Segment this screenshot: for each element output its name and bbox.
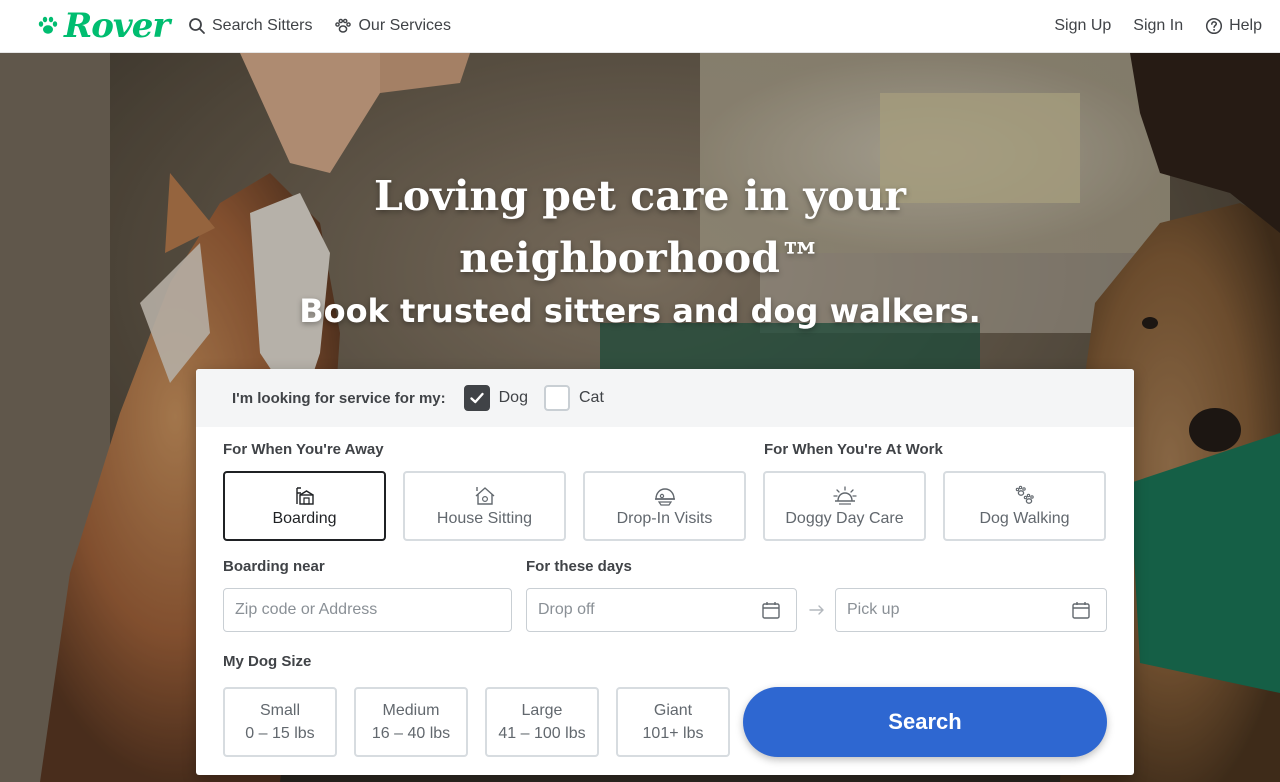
service-dog-walking-button[interactable]: Dog Walking: [943, 471, 1106, 541]
drop-off-date-input[interactable]: [526, 588, 797, 632]
logo-wordmark: Rover: [64, 6, 170, 46]
dog-checkbox[interactable]: [463, 385, 490, 411]
nav-sign-in-label: Sign In: [1133, 17, 1184, 34]
size-large-button[interactable]: Large 41 – 100 lbs: [485, 687, 599, 757]
nav-our-services-label: Our Services: [358, 17, 451, 34]
size-small-name: Small: [259, 701, 300, 719]
date-range-arrow-icon: [809, 605, 824, 615]
help-icon: [1206, 17, 1223, 35]
dog-size-label: My Dog Size: [223, 653, 312, 670]
day-care-icon: [832, 486, 857, 505]
pet-type-prompt: I'm looking for service for my:: [232, 389, 446, 407]
dog-checkbox-label: Dog: [498, 389, 528, 406]
drop-in-icon: [654, 488, 675, 506]
service-boarding-label: Boarding: [272, 510, 337, 527]
primary-nav: Search Sitters Our Services: [188, 0, 451, 52]
nav-search-sitters-label: Search Sitters: [212, 17, 313, 34]
size-medium-range: 16 – 40 lbs: [371, 724, 451, 742]
service-day-care-button[interactable]: Doggy Day Care: [763, 471, 926, 541]
service-day-care-label: Doggy Day Care: [785, 510, 904, 527]
nav-sign-in[interactable]: Sign In: [1133, 17, 1183, 35]
service-house-sitting-label: House Sitting: [436, 510, 533, 527]
service-dog-walking-label: Dog Walking: [979, 510, 1070, 527]
service-drop-in-button[interactable]: Drop-In Visits: [583, 471, 746, 541]
nav-help[interactable]: Help: [1205, 17, 1262, 35]
cat-checkbox-label: Cat: [578, 389, 604, 406]
dates-label: For these days: [526, 558, 632, 575]
search-button[interactable]: Search: [743, 687, 1107, 757]
account-nav: Sign Up Sign In Help: [1054, 0, 1262, 52]
boarding-icon: [295, 487, 314, 505]
size-giant-range: 101+ lbs: [642, 724, 704, 742]
nav-sign-up-label: Sign Up: [1054, 17, 1112, 34]
cat-checkbox[interactable]: [543, 385, 570, 411]
house-sitting-icon: [475, 487, 494, 505]
size-giant-button[interactable]: Giant 101+ lbs: [616, 687, 730, 757]
work-services-heading: For When You're At Work: [764, 441, 943, 458]
size-small-range: 0 – 15 lbs: [245, 724, 315, 742]
dog-walking-icon: [1015, 485, 1034, 504]
dog-option[interactable]: Dog: [463, 385, 528, 411]
size-medium-button[interactable]: Medium 16 – 40 lbs: [354, 687, 468, 757]
size-giant-name: Giant: [653, 701, 693, 719]
nav-help-label: Help: [1229, 17, 1262, 34]
size-medium-name: Medium: [382, 701, 440, 719]
hero-title: Loving pet care in your neighborhood™: [373, 172, 907, 282]
away-services-heading: For When You're Away: [223, 441, 384, 458]
checkmark-icon: [469, 392, 484, 404]
search-icon: [189, 18, 205, 34]
hero-text-block: Loving pet care in your neighborhood™ Bo…: [0, 165, 1280, 335]
size-large-name: Large: [521, 701, 563, 719]
pet-type-row: I'm looking for service for my: Dog Cat: [196, 369, 1134, 427]
nav-our-services[interactable]: Our Services: [334, 17, 451, 35]
service-boarding-button[interactable]: Boarding: [223, 471, 386, 541]
service-drop-in-label: Drop-In Visits: [616, 510, 713, 527]
nav-search-sitters[interactable]: Search Sitters: [188, 17, 312, 35]
nav-sign-up[interactable]: Sign Up: [1054, 17, 1111, 35]
rover-logo[interactable]: Rover: [36, 6, 170, 46]
size-large-range: 41 – 100 lbs: [498, 724, 586, 742]
hero-subtitle: Book trusted sitters and dog walkers.: [299, 292, 981, 330]
cat-option[interactable]: Cat: [543, 385, 604, 411]
top-nav-bar: Rover Search Sitters Our Services Sign U…: [0, 0, 1280, 53]
pick-up-calendar-icon[interactable]: [1071, 600, 1091, 620]
pick-up-date-input[interactable]: [835, 588, 1107, 632]
size-small-button[interactable]: Small 0 – 15 lbs: [223, 687, 337, 757]
paw-logo-icon: [38, 16, 58, 34]
location-input[interactable]: [223, 588, 512, 632]
drop-off-calendar-icon[interactable]: [761, 600, 781, 620]
paw-icon: [335, 18, 352, 33]
service-house-sitting-button[interactable]: House Sitting: [403, 471, 566, 541]
search-form-card: I'm looking for service for my: Dog Cat …: [196, 369, 1134, 775]
location-label: Boarding near: [223, 558, 325, 575]
